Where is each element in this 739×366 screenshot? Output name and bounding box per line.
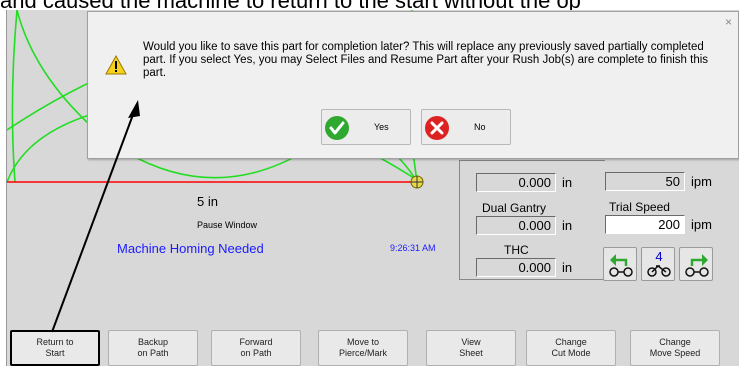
thc-label: THC xyxy=(504,243,529,257)
save-part-dialog: × Would you like to save this part for c… xyxy=(87,11,739,159)
top-offset-field: 0.000 xyxy=(476,173,556,192)
no-label: No xyxy=(474,122,486,132)
yes-button[interactable]: Yes xyxy=(321,109,411,145)
status-message: Machine Homing Needed xyxy=(117,241,264,256)
clock-time: 9:26:31 AM xyxy=(390,243,436,253)
thc-unit: in xyxy=(562,260,573,275)
speed-top-field: 50 xyxy=(605,172,685,191)
dual-gantry-unit: in xyxy=(562,218,573,233)
step-count-button[interactable]: 4 xyxy=(641,247,675,281)
trial-speed-label: Trial Speed xyxy=(609,200,670,214)
dual-gantry-field: 0.000 xyxy=(476,216,556,235)
x-icon xyxy=(425,116,449,140)
move-to-pierce-button[interactable]: Move to Pierce/Mark xyxy=(318,330,408,366)
change-move-speed-button[interactable]: Change Move Speed xyxy=(630,330,720,366)
forward-on-path-button[interactable]: Forward on Path xyxy=(211,330,301,366)
yes-label: Yes xyxy=(374,122,389,132)
dimension-label: 5 in xyxy=(197,194,218,209)
dialog-message: Would you like to save this part for com… xyxy=(143,41,709,79)
trial-speed-input[interactable]: 200 xyxy=(605,215,685,234)
step-back-button[interactable] xyxy=(603,247,637,281)
bottom-button-bar: Return to Start Backup on Path Forward o… xyxy=(6,330,739,366)
pause-window-label: Pause Window xyxy=(197,220,258,230)
backup-on-path-button[interactable]: Backup on Path xyxy=(108,330,198,366)
change-cut-mode-button[interactable]: Change Cut Mode xyxy=(526,330,616,366)
return-to-start-button[interactable]: Return to Start xyxy=(10,330,100,366)
dialog-close-button[interactable]: × xyxy=(725,15,732,29)
speed-top-unit: ipm xyxy=(691,174,712,189)
step-forward-button[interactable] xyxy=(679,247,713,281)
top-offset-unit: in xyxy=(562,175,573,190)
thc-field: 0.000 xyxy=(476,258,556,277)
step-back-icon xyxy=(609,254,633,277)
no-button[interactable]: No xyxy=(421,109,511,145)
trial-speed-unit: ipm xyxy=(691,217,712,232)
view-sheet-button[interactable]: View Sheet xyxy=(426,330,516,366)
dual-gantry-label: Dual Gantry xyxy=(482,201,547,215)
check-icon xyxy=(325,116,349,140)
axis-panel: 0.000 in Dual Gantry 0.000 in THC 0.000 … xyxy=(459,160,605,280)
step-forward-icon xyxy=(685,254,709,277)
bicycle-icon xyxy=(647,265,671,277)
warning-icon xyxy=(105,55,127,75)
